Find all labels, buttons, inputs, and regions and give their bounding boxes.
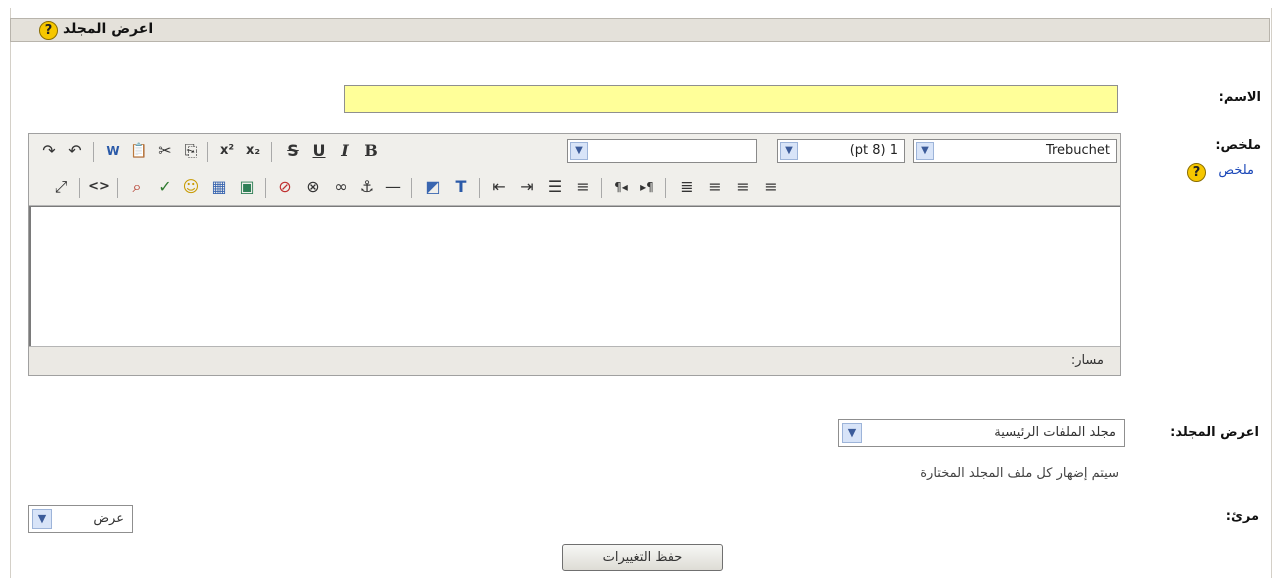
italic-icon[interactable]: I [333, 139, 357, 163]
toolbar-separator [79, 178, 80, 198]
smiley-icon[interactable]: ☺ [179, 175, 203, 199]
paste-word-icon[interactable]: W [101, 139, 125, 163]
editor-content-area[interactable] [29, 206, 1120, 346]
toolbar-separator [411, 178, 412, 198]
chevron-down-icon: ▼ [32, 509, 52, 529]
background-color-icon[interactable]: ◩ [421, 175, 445, 199]
toolbar-separator [271, 142, 272, 162]
folder-select-value: مجلد الملفات الرئيسية [994, 425, 1116, 440]
paste-icon[interactable]: 📋 [127, 139, 151, 163]
name-label: الاسم: [1218, 90, 1261, 105]
align-center-icon[interactable]: ≡ [731, 175, 755, 199]
editor-status-bar: مسار: [29, 346, 1120, 375]
outdent-icon[interactable]: ⇤ [487, 175, 511, 199]
chevron-down-icon: ▼ [916, 142, 934, 160]
font-family-select[interactable]: ▼ Trebuchet [913, 139, 1117, 163]
visible-label: مرئ: [1225, 509, 1259, 524]
superscript-icon[interactable]: x² [215, 139, 239, 163]
anchor-icon[interactable]: ⚓ [355, 175, 379, 199]
toolbar-separator [479, 178, 480, 198]
spellcheck-icon[interactable]: ✓ [153, 175, 177, 199]
format-select[interactable]: ▼ [567, 139, 757, 163]
toolbar-separator [207, 142, 208, 162]
align-left-icon[interactable]: ≡ [759, 175, 783, 199]
link-icon[interactable]: ∞ [329, 175, 353, 199]
ordered-list-icon[interactable]: ≡ [571, 175, 595, 199]
chevron-down-icon: ▼ [842, 423, 862, 443]
folder-hint-text: سيتم إضهار كل ملف المجلد المختارة [920, 466, 1119, 481]
toolbar-separator [93, 142, 94, 162]
subscript-icon[interactable]: x₂ [241, 139, 265, 163]
find-replace-icon[interactable]: ⌕ [125, 175, 149, 199]
align-right-icon[interactable]: ≡ [703, 175, 727, 199]
table-icon[interactable]: ▦ [207, 175, 231, 199]
chevron-down-icon: ▼ [570, 142, 588, 160]
unordered-list-icon[interactable]: ☰ [543, 175, 567, 199]
html-source-icon[interactable]: <> [87, 175, 111, 199]
horizontal-rule-icon[interactable]: — [381, 175, 405, 199]
image-icon[interactable]: ▣ [235, 175, 259, 199]
rtl-icon[interactable]: ¶◂ [609, 175, 633, 199]
strikethrough-icon[interactable]: S [281, 139, 305, 163]
folder-select[interactable]: ▼ مجلد الملفات الرئيسية [838, 419, 1125, 447]
bold-icon[interactable]: B [359, 139, 383, 163]
justify-full-icon[interactable]: ≣ [675, 175, 699, 199]
toolbar-separator [265, 178, 266, 198]
page-title: اعرض المجلد [63, 21, 154, 37]
section-header: ? اعرض المجلد [10, 18, 1270, 42]
help-icon[interactable]: ? [39, 21, 58, 40]
help-icon[interactable]: ? [1187, 163, 1206, 182]
ltr-icon[interactable]: ▸¶ [635, 175, 659, 199]
path-label: مسار: [1070, 353, 1104, 368]
unlink-icon[interactable]: ⊘ [273, 175, 297, 199]
summary-label: ملخص: [1215, 138, 1261, 153]
redo-icon[interactable]: ↷ [37, 139, 61, 163]
copy-icon[interactable]: ⎘ [179, 139, 203, 163]
font-size-value: (pt 8) 1 [849, 143, 898, 158]
toolbar-separator [601, 178, 602, 198]
rich-text-editor: ↷ ↶ W 📋 ✂ ⎘ x² x₂ S U I B ▼ ▼ (pt 8) 1 ▼… [28, 133, 1121, 376]
visible-select[interactable]: ▼ عرض [28, 505, 133, 533]
save-changes-button[interactable]: حفظ التغييرات [562, 544, 723, 571]
text-color-icon[interactable]: T [449, 175, 473, 199]
underline-icon[interactable]: U [307, 139, 331, 163]
nolink-icon[interactable]: ⊗ [301, 175, 325, 199]
toolbar-separator [117, 178, 118, 198]
toolbar-separator [665, 178, 666, 198]
editor-toolbar: ↷ ↶ W 📋 ✂ ⎘ x² x₂ S U I B ▼ ▼ (pt 8) 1 ▼… [29, 134, 1120, 206]
name-input[interactable] [344, 85, 1118, 113]
fullscreen-icon[interactable]: ⤢ [49, 175, 73, 199]
indent-icon[interactable]: ⇥ [515, 175, 539, 199]
font-family-value: Trebuchet [1045, 143, 1110, 158]
toolbar-row-2: ⤢ <> ⌕ ✓ ☺ ▦ ▣ ⊘ ⊗ ∞ ⚓ — ◩ T ⇤ ⇥ ☰ ≡ ¶◂ … [29, 172, 1120, 202]
display-folder-label: اعرض المجلد: [1170, 425, 1259, 440]
font-size-select[interactable]: ▼ (pt 8) 1 [777, 139, 905, 163]
cut-icon[interactable]: ✂ [153, 139, 177, 163]
toolbar-row-1: ↷ ↶ W 📋 ✂ ⎘ x² x₂ S U I B ▼ ▼ (pt 8) 1 ▼… [29, 136, 1120, 166]
chevron-down-icon: ▼ [780, 142, 798, 160]
summary-help-link[interactable]: ملخص [1218, 163, 1254, 178]
visible-select-value: عرض [93, 511, 124, 526]
undo-icon[interactable]: ↶ [63, 139, 87, 163]
